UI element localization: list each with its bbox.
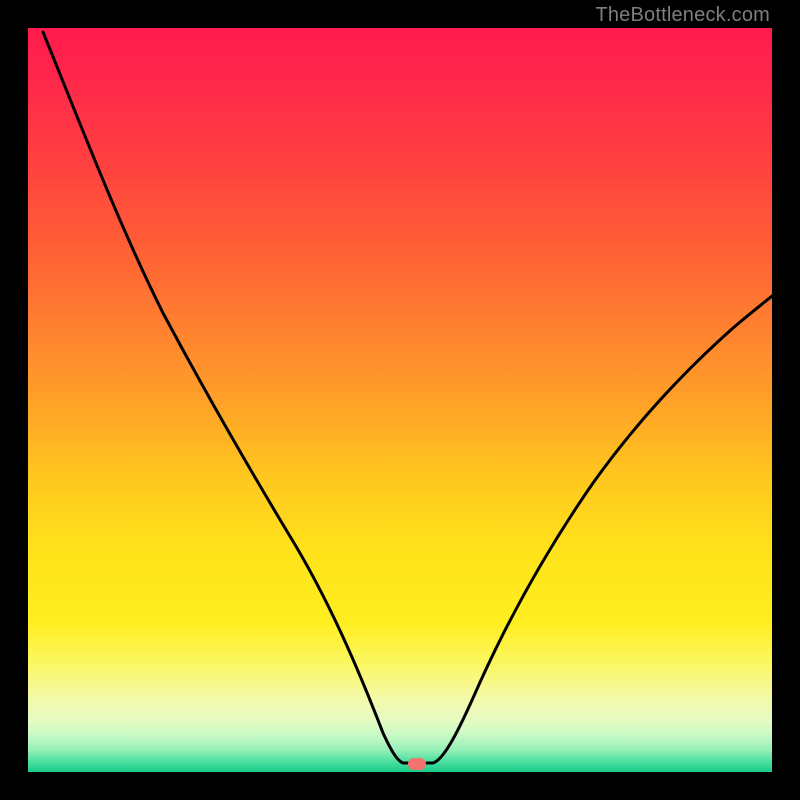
watermark-text: TheBottleneck.com bbox=[595, 4, 770, 27]
bottleneck-curve bbox=[28, 28, 772, 772]
plot-area bbox=[28, 28, 772, 772]
curve-minimum-marker bbox=[408, 758, 426, 770]
chart-container: TheBottleneck.com bbox=[0, 0, 800, 800]
curve-path bbox=[43, 32, 772, 763]
